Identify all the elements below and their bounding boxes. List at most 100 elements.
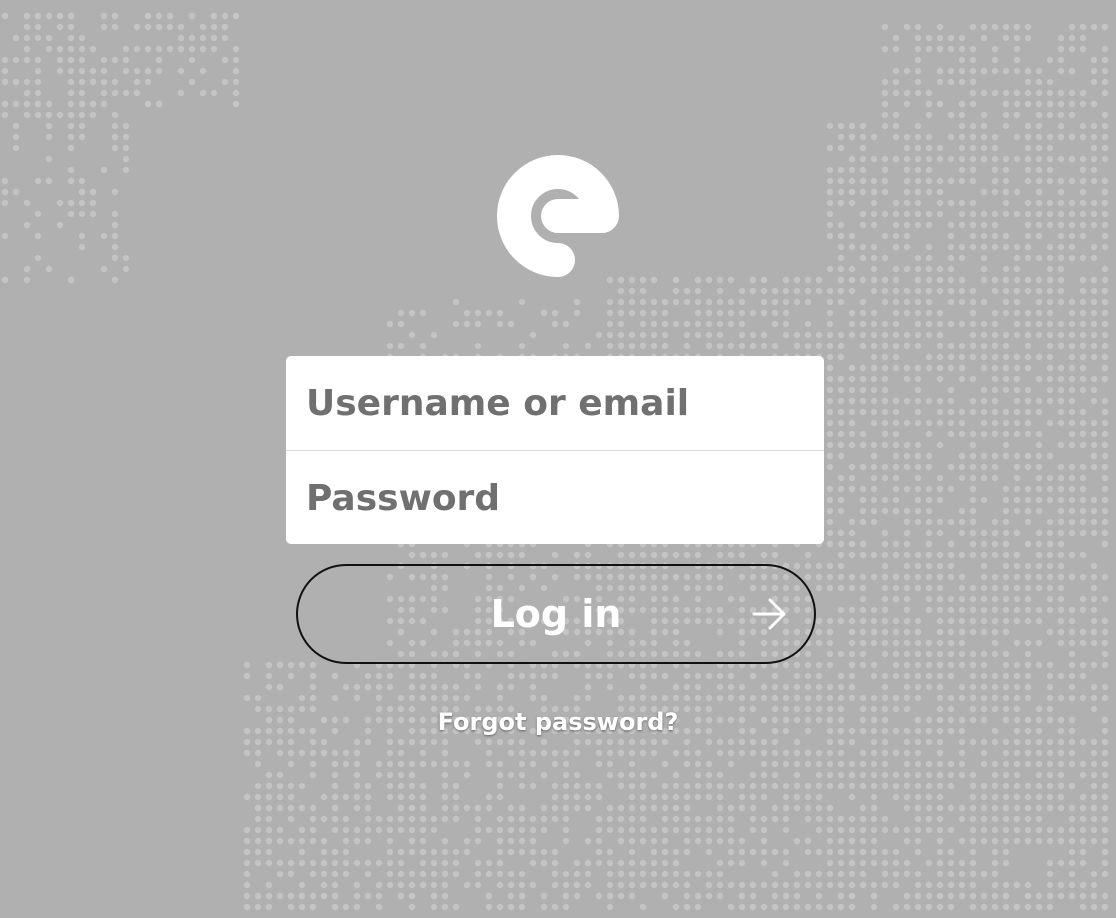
map-dot (1002, 265, 1010, 273)
map-dot (1002, 496, 1010, 504)
map-dot (320, 892, 328, 900)
map-dot (925, 661, 933, 669)
map-dot (947, 232, 955, 240)
map-dot (683, 320, 691, 328)
map-dot (859, 584, 867, 592)
map-dot (419, 848, 427, 856)
map-dot (78, 89, 86, 97)
map-dot (1079, 430, 1087, 438)
map-dot (881, 782, 889, 790)
password-input[interactable] (286, 451, 824, 544)
map-dot (518, 782, 526, 790)
map-dot (947, 562, 955, 570)
map-dot (1024, 254, 1032, 262)
map-dot (1002, 848, 1010, 856)
map-dot (1079, 276, 1087, 284)
map-dot (760, 881, 768, 889)
map-dot (518, 342, 526, 350)
forgot-password-link[interactable]: Forgot password? (438, 708, 679, 736)
map-dot (716, 672, 724, 680)
map-dot (1068, 496, 1076, 504)
login-button[interactable]: Log in (296, 564, 816, 664)
map-dot (848, 133, 856, 141)
map-dot (595, 892, 603, 900)
map-dot (804, 320, 812, 328)
map-dot (925, 485, 933, 493)
map-dot (331, 903, 339, 911)
map-dot (1090, 78, 1098, 86)
map-dot (287, 793, 295, 801)
map-dot (1002, 485, 1010, 493)
map-dot (287, 738, 295, 746)
map-dot (881, 474, 889, 482)
map-dot (507, 771, 515, 779)
map-dot (969, 232, 977, 240)
map-dot (177, 67, 185, 75)
map-dot (342, 848, 350, 856)
map-dot (969, 463, 977, 471)
map-dot (254, 760, 262, 768)
map-dot (111, 221, 119, 229)
map-dot (1090, 496, 1098, 504)
map-dot (474, 815, 482, 823)
map-dot (749, 815, 757, 823)
map-dot (892, 430, 900, 438)
map-dot (606, 870, 614, 878)
map-dot (45, 177, 53, 185)
map-dot (716, 771, 724, 779)
map-dot (1002, 452, 1010, 460)
map-dot (991, 518, 999, 526)
map-dot (23, 111, 31, 119)
map-dot (881, 507, 889, 515)
map-dot (254, 793, 262, 801)
map-dot (716, 782, 724, 790)
map-dot (892, 232, 900, 240)
map-dot (705, 760, 713, 768)
map-dot (573, 892, 581, 900)
map-dot (1035, 551, 1043, 559)
map-dot (936, 595, 944, 603)
map-dot (958, 100, 966, 108)
map-dot (1046, 672, 1054, 680)
map-dot (1068, 573, 1076, 581)
map-dot (199, 34, 207, 42)
map-dot (925, 815, 933, 823)
map-dot (826, 342, 834, 350)
map-dot (969, 397, 977, 405)
map-dot (518, 672, 526, 680)
map-dot (430, 870, 438, 878)
map-dot (507, 551, 515, 559)
map-dot (639, 331, 647, 339)
map-dot (309, 683, 317, 691)
map-dot (1090, 100, 1098, 108)
map-dot (1046, 100, 1054, 108)
map-dot (496, 771, 504, 779)
map-dot (452, 683, 460, 691)
map-dot (969, 903, 977, 911)
map-dot (683, 749, 691, 757)
map-dot (727, 276, 735, 284)
map-dot (1068, 628, 1076, 636)
map-dot (980, 595, 988, 603)
map-dot (1024, 100, 1032, 108)
username-input[interactable] (286, 356, 824, 451)
map-dot (903, 672, 911, 680)
map-dot (782, 848, 790, 856)
map-dot (969, 518, 977, 526)
map-dot (386, 760, 394, 768)
map-dot (441, 749, 449, 757)
map-dot (903, 793, 911, 801)
map-dot (1024, 749, 1032, 757)
map-dot (661, 342, 669, 350)
map-dot (1057, 67, 1065, 75)
map-dot (958, 78, 966, 86)
map-dot (34, 67, 42, 75)
map-dot (1, 199, 9, 207)
map-dot (1046, 595, 1054, 603)
map-dot (1, 111, 9, 119)
map-dot (859, 155, 867, 163)
map-dot (639, 782, 647, 790)
map-dot (826, 210, 834, 218)
map-dot (991, 573, 999, 581)
map-dot (661, 309, 669, 317)
